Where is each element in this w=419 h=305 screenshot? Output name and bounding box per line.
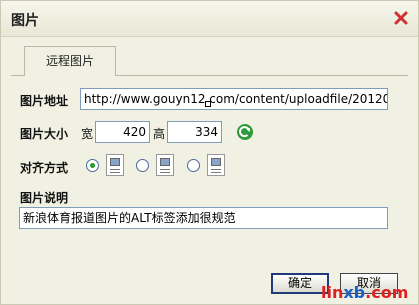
- align-right-radio[interactable]: [187, 159, 200, 172]
- align-center-line-1: [160, 169, 170, 170]
- align-left-radio[interactable]: [86, 159, 99, 172]
- watermark-part-b: xb: [343, 283, 366, 302]
- align-left-icon[interactable]: [106, 154, 124, 176]
- radio-selected-dot: [90, 163, 95, 168]
- align-label: 对齐方式: [20, 161, 69, 175]
- align-left-line-2: [110, 172, 120, 173]
- refresh-icon[interactable]: [236, 123, 254, 141]
- close-icon[interactable]: [392, 9, 410, 27]
- width-label: 宽: [81, 127, 94, 141]
- width-input[interactable]: 420: [95, 121, 150, 143]
- align-left-line-1: [110, 169, 120, 170]
- site-watermark: linxb.com: [321, 283, 408, 302]
- height-label: 高: [153, 127, 166, 141]
- resize-handle[interactable]: [205, 101, 211, 107]
- align-center-pic: [160, 158, 170, 166]
- align-right-line-2: [211, 172, 221, 173]
- align-center-radio[interactable]: [136, 159, 149, 172]
- tab-remote-image[interactable]: 远程图片: [24, 46, 116, 76]
- align-center-icon[interactable]: [156, 154, 174, 176]
- dialog-titlebar: 图片: [1, 1, 418, 37]
- align-right-line-1: [211, 169, 221, 170]
- desc-label: 图片说明: [20, 191, 69, 205]
- url-input[interactable]: http://www.gouyn12.com/content/uploadfil…: [80, 88, 388, 110]
- dialog-title: 图片: [11, 13, 39, 29]
- url-label: 图片地址: [20, 94, 69, 108]
- size-label: 图片大小: [20, 127, 69, 141]
- align-center-line-2: [160, 172, 170, 173]
- align-left-pic: [110, 158, 120, 166]
- image-dialog: 图片 远程图片 图片地址 http://www.gouyn12.com/cont…: [0, 0, 419, 305]
- align-right-icon[interactable]: [207, 154, 225, 176]
- align-right-pic: [211, 158, 221, 166]
- height-input[interactable]: 334: [167, 121, 222, 143]
- watermark-part-c: .com: [365, 283, 409, 302]
- desc-input[interactable]: 新浪体育报道图片的ALT标签添加很规范: [19, 207, 388, 229]
- watermark-part-a: lin: [321, 283, 344, 302]
